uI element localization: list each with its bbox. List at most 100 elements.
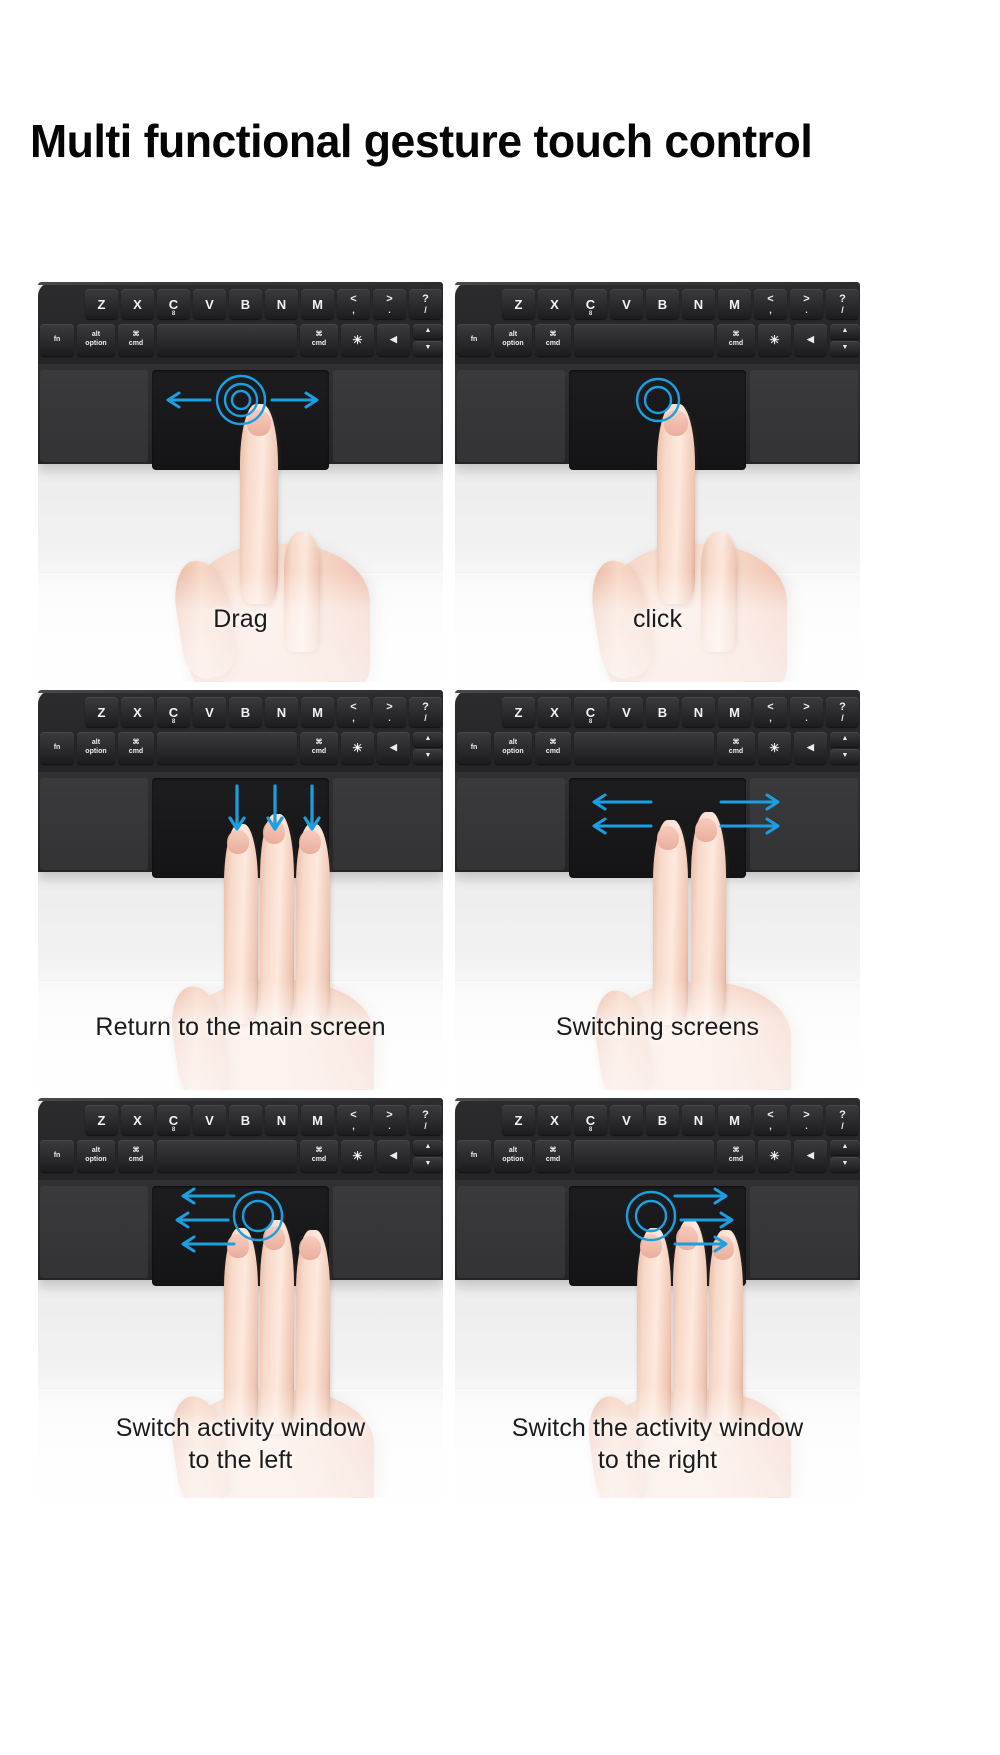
key-arrow-left[interactable]: ◀ xyxy=(794,324,827,356)
key-m[interactable]: M xyxy=(718,1105,751,1135)
shift-key[interactable] xyxy=(40,697,82,727)
key-n[interactable]: N xyxy=(682,1105,715,1135)
key-z[interactable]: Z xyxy=(85,289,118,319)
key-x[interactable]: X xyxy=(121,289,154,319)
key-v[interactable]: V xyxy=(610,289,643,319)
key-c[interactable]: C8 xyxy=(574,289,607,319)
key-comma[interactable]: <, xyxy=(337,697,370,727)
key-slash[interactable]: ? / xyxy=(826,289,859,319)
key-v[interactable]: V xyxy=(193,289,226,319)
key-space[interactable] xyxy=(574,324,714,356)
trackpad[interactable] xyxy=(152,370,329,470)
key-v[interactable]: V xyxy=(610,1105,643,1135)
brightness-icon-key[interactable]: ☀ xyxy=(758,732,791,764)
key-z[interactable]: Z xyxy=(502,289,535,319)
key-command-right[interactable]: ⌘ cmd xyxy=(717,324,755,356)
key-command-right[interactable]: ⌘ cmd xyxy=(300,1140,338,1172)
trackpad[interactable] xyxy=(569,778,746,878)
key-z[interactable]: Z xyxy=(502,1105,535,1135)
key-b[interactable]: B xyxy=(229,289,262,319)
key-fn[interactable]: fn xyxy=(457,1140,491,1172)
key-comma[interactable]: <, xyxy=(337,289,370,319)
key-option[interactable]: alt option xyxy=(77,324,115,356)
key-fn[interactable]: fn xyxy=(457,732,491,764)
key-z[interactable]: Z xyxy=(502,697,535,727)
key-period[interactable]: >. xyxy=(373,1105,406,1135)
key-command-right[interactable]: ⌘ cmd xyxy=(717,732,755,764)
key-arrow-up[interactable]: ▲ xyxy=(830,324,860,339)
trackpad[interactable] xyxy=(152,1186,329,1286)
key-period[interactable]: >. xyxy=(373,289,406,319)
key-x[interactable]: X xyxy=(121,1105,154,1135)
key-b[interactable]: B xyxy=(646,1105,679,1135)
key-option[interactable]: alt option xyxy=(494,732,532,764)
shift-key[interactable] xyxy=(40,1105,82,1135)
key-x[interactable]: X xyxy=(538,1105,571,1135)
key-period[interactable]: >. xyxy=(373,697,406,727)
key-arrow-down[interactable]: ▼ xyxy=(413,749,443,764)
key-v[interactable]: V xyxy=(193,1105,226,1135)
gesture-card-return-main-screen[interactable]: Z X C8 V B N M <, >. ? / fn alt option ⌘ cm… xyxy=(38,690,443,1090)
key-arrow-left[interactable]: ◀ xyxy=(377,1140,410,1172)
key-command-left[interactable]: ⌘ cmd xyxy=(118,732,154,764)
key-b[interactable]: B xyxy=(229,697,262,727)
shift-key[interactable] xyxy=(457,697,499,727)
key-fn[interactable]: fn xyxy=(457,324,491,356)
key-arrow-up[interactable]: ▲ xyxy=(413,324,443,339)
key-z[interactable]: Z xyxy=(85,1105,118,1135)
key-b[interactable]: B xyxy=(646,289,679,319)
key-b[interactable]: B xyxy=(229,1105,262,1135)
key-x[interactable]: X xyxy=(121,697,154,727)
key-arrow-up[interactable]: ▲ xyxy=(830,1140,860,1155)
shift-key[interactable] xyxy=(40,289,82,319)
gesture-card-drag[interactable]: Z X C8 V B N M <, >. ? / fn alt option ⌘ cm… xyxy=(38,282,443,682)
key-comma[interactable]: <, xyxy=(754,1105,787,1135)
key-n[interactable]: N xyxy=(265,697,298,727)
key-arrow-left[interactable]: ◀ xyxy=(794,1140,827,1172)
key-comma[interactable]: <, xyxy=(754,289,787,319)
gesture-card-switching-screens[interactable]: Z X C8 V B N M <, >. ? / fn alt option ⌘ cm… xyxy=(455,690,860,1090)
key-comma[interactable]: <, xyxy=(754,697,787,727)
key-command-left[interactable]: ⌘ cmd xyxy=(118,324,154,356)
key-arrow-left[interactable]: ◀ xyxy=(377,732,410,764)
key-z[interactable]: Z xyxy=(85,697,118,727)
trackpad[interactable] xyxy=(569,370,746,470)
key-n[interactable]: N xyxy=(265,1105,298,1135)
key-period[interactable]: >. xyxy=(790,1105,823,1135)
key-slash[interactable]: ? / xyxy=(409,697,442,727)
key-command-left[interactable]: ⌘ cmd xyxy=(535,324,571,356)
key-period[interactable]: >. xyxy=(790,289,823,319)
brightness-icon-key[interactable]: ☀ xyxy=(341,732,374,764)
key-arrow-down[interactable]: ▼ xyxy=(830,341,860,356)
key-arrow-left[interactable]: ◀ xyxy=(794,732,827,764)
key-x[interactable]: X xyxy=(538,697,571,727)
key-c[interactable]: C8 xyxy=(157,697,190,727)
key-slash[interactable]: ? / xyxy=(409,289,442,319)
gesture-card-switch-window-right[interactable]: Z X C8 V B N M <, >. ? / fn alt option ⌘ cm… xyxy=(455,1098,860,1498)
brightness-icon-key[interactable]: ☀ xyxy=(341,1140,374,1172)
key-c[interactable]: C8 xyxy=(574,1105,607,1135)
key-command-left[interactable]: ⌘ cmd xyxy=(535,1140,571,1172)
key-space[interactable] xyxy=(574,1140,714,1172)
key-m[interactable]: M xyxy=(301,1105,334,1135)
key-option[interactable]: alt option xyxy=(494,324,532,356)
key-command-right[interactable]: ⌘ cmd xyxy=(717,1140,755,1172)
key-c[interactable]: C8 xyxy=(157,289,190,319)
key-comma[interactable]: <, xyxy=(337,1105,370,1135)
gesture-card-switch-window-left[interactable]: Z X C8 V B N M <, >. ? / fn alt option ⌘ cm… xyxy=(38,1098,443,1498)
key-m[interactable]: M xyxy=(718,289,751,319)
key-b[interactable]: B xyxy=(646,697,679,727)
key-m[interactable]: M xyxy=(718,697,751,727)
brightness-icon-key[interactable]: ☀ xyxy=(758,1140,791,1172)
key-x[interactable]: X xyxy=(538,289,571,319)
key-arrow-down[interactable]: ▼ xyxy=(830,749,860,764)
key-c[interactable]: C8 xyxy=(574,697,607,727)
shift-key[interactable] xyxy=(457,1105,499,1135)
key-command-left[interactable]: ⌘ cmd xyxy=(118,1140,154,1172)
key-slash[interactable]: ? / xyxy=(826,697,859,727)
key-option[interactable]: alt option xyxy=(77,732,115,764)
key-arrow-left[interactable]: ◀ xyxy=(377,324,410,356)
key-space[interactable] xyxy=(157,324,297,356)
trackpad[interactable] xyxy=(152,778,329,878)
key-space[interactable] xyxy=(574,732,714,764)
